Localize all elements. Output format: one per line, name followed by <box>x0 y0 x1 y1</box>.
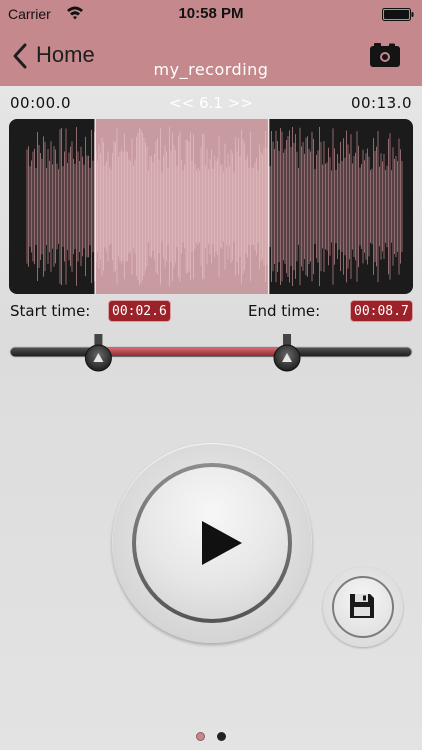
zoom-level[interactable]: << 6.1 >> <box>169 94 253 112</box>
start-time-value: 00:02.6 <box>108 300 171 322</box>
app-root: Carrier 10:58 PM Home my_recording 00:00… <box>0 0 422 750</box>
start-handle[interactable] <box>84 334 112 372</box>
play-button-bezel <box>112 443 312 643</box>
play-icon[interactable] <box>200 519 244 567</box>
camera-icon[interactable] <box>369 42 401 68</box>
play-button-face[interactable] <box>136 467 288 619</box>
page-dot-active[interactable] <box>196 732 206 741</box>
save-button-bezel <box>323 567 403 647</box>
floppy-disk-icon[interactable] <box>348 592 376 620</box>
waveform[interactable] <box>9 119 413 294</box>
play-button[interactable] <box>132 463 292 623</box>
end-time-label: End time: <box>248 302 321 320</box>
save-button[interactable] <box>332 576 394 638</box>
end-time-value: 00:08.7 <box>350 300 413 322</box>
status-clock: 10:58 PM <box>178 5 244 22</box>
timeline-end: 00:13.0 <box>350 94 412 112</box>
page-indicator <box>0 726 422 741</box>
trim-times-row: Start time: 00:02.6 End time: 00:08.7 <box>0 300 422 324</box>
slider-selected-range <box>98 348 288 356</box>
start-time-label: Start time: <box>10 302 91 320</box>
battery-icon <box>382 8 414 21</box>
trim-slider[interactable] <box>0 334 422 374</box>
waveform-panel[interactable] <box>9 119 413 294</box>
page-dot[interactable] <box>216 732 226 741</box>
end-handle[interactable] <box>273 334 301 372</box>
status-bar: Carrier 10:58 PM <box>0 0 422 28</box>
header: Carrier 10:58 PM Home my_recording <box>0 0 422 86</box>
recording-title: my_recording <box>153 60 269 79</box>
timeline-row: 00:00.0 << 6.1 >> 00:13.0 <box>0 94 422 116</box>
